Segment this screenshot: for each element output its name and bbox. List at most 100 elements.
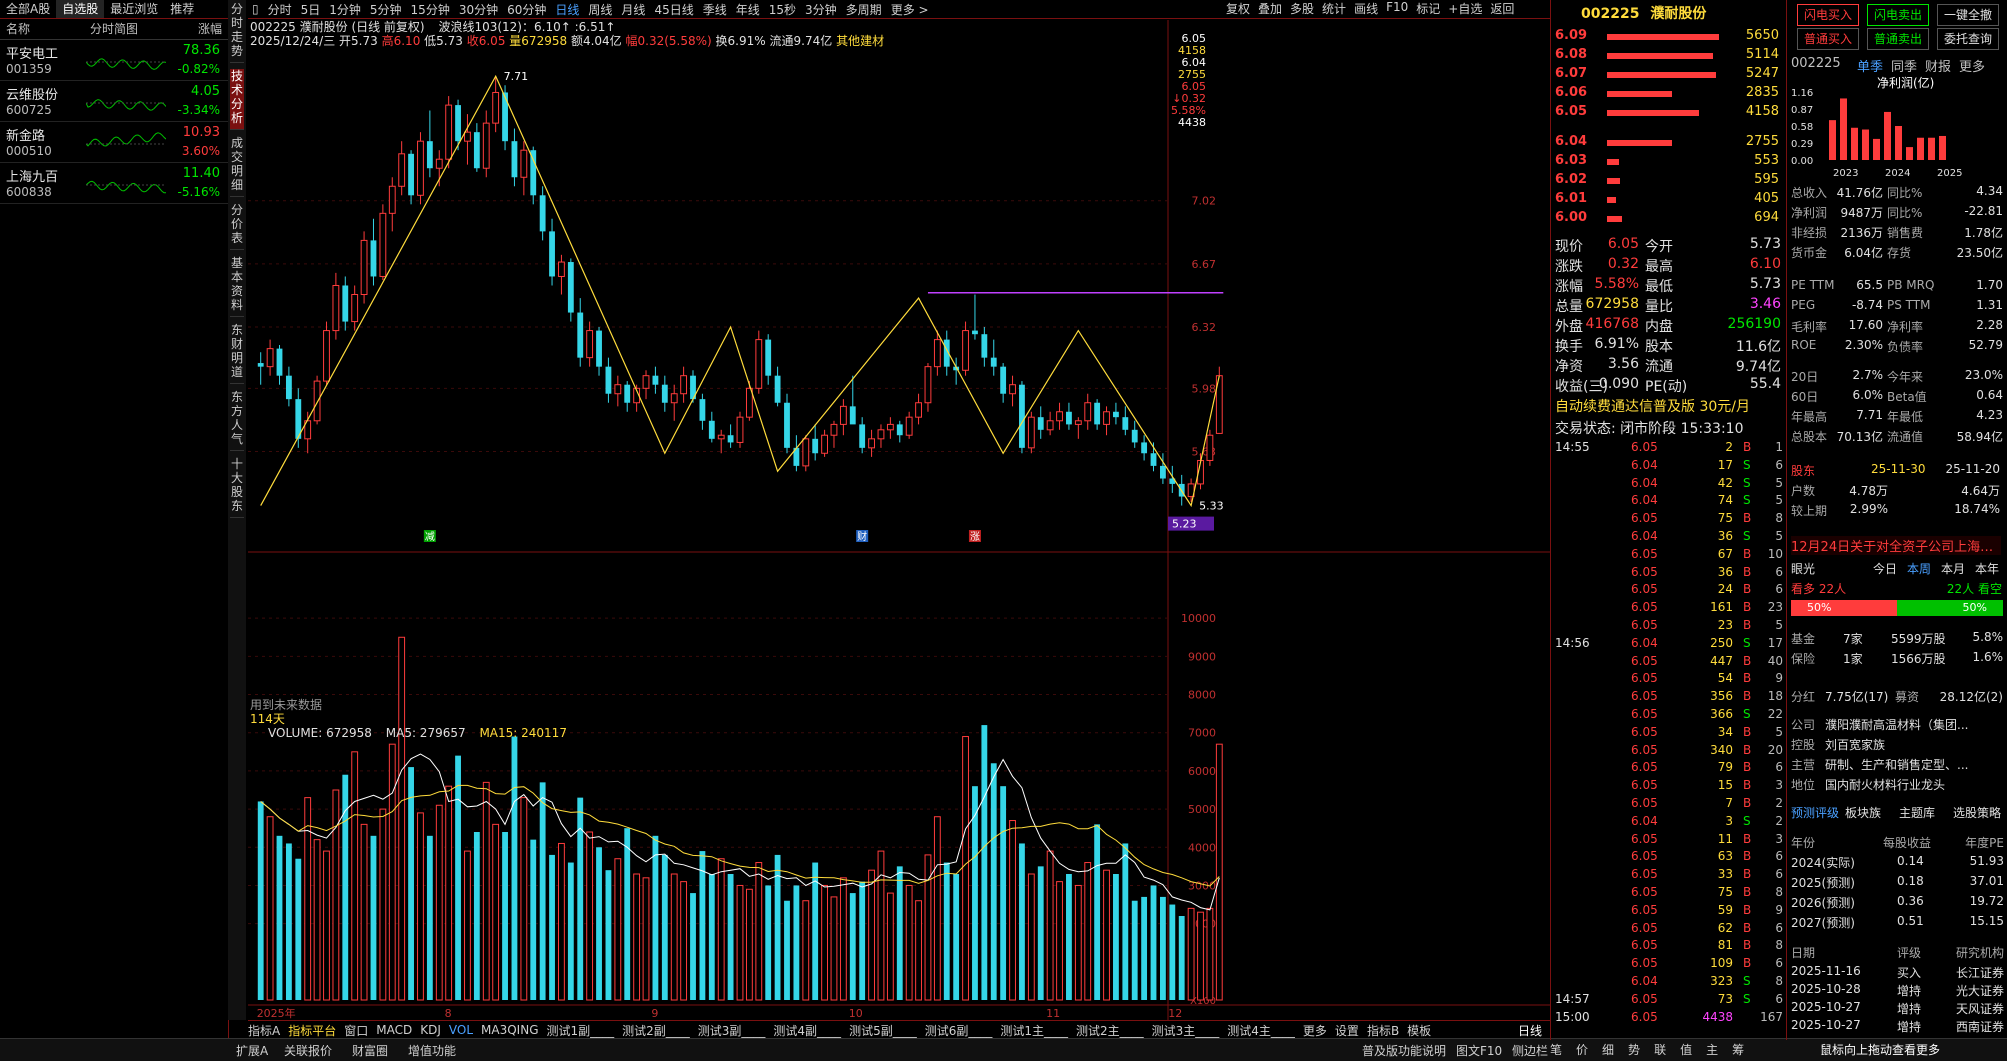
indicator-tab[interactable]: 测试4主____ [1227, 1022, 1295, 1039]
side-tab[interactable]: 东财明道 [230, 323, 244, 384]
company-value[interactable]: 濮阳濮耐高温材料（集团... [1825, 716, 1968, 733]
sidebar-toggle[interactable]: 侧边栏 [1512, 1042, 1548, 1059]
indicator-tab[interactable]: 更多 [1303, 1022, 1327, 1039]
tab-report[interactable]: 财报 [1925, 56, 1951, 75]
period-tab[interactable]: 45日线 [654, 1, 693, 18]
period-tab[interactable]: 60分钟 [507, 1, 546, 18]
period-tab[interactable]: 年线 [736, 1, 760, 18]
indicator-tab[interactable]: 测试5副____ [849, 1022, 917, 1039]
f10-link-tab[interactable]: 板块族 [1845, 804, 1881, 821]
indicator-tab[interactable]: 测试6副____ [925, 1022, 993, 1039]
indicator-tab[interactable]: 测试3主____ [1152, 1022, 1220, 1039]
indicator-tab[interactable]: 设置 [1335, 1022, 1359, 1039]
indicator-tab[interactable]: 测试2副____ [622, 1022, 690, 1039]
ask-row[interactable]: 6.08 5114 [1555, 47, 1783, 66]
news-link[interactable]: 12月24日关于对全资子公司上海… [1791, 536, 2001, 555]
side-tab[interactable]: 成交明细 [230, 136, 244, 197]
side-tab[interactable]: 十大股东 [230, 457, 244, 518]
orderbook-tab[interactable]: 联 [1654, 1041, 1666, 1058]
promo-link[interactable]: 自动续费通达信普及版 30元/月 [1555, 396, 1750, 416]
watchlist-row[interactable]: 上海九百 600838 11.40 -5.16% [0, 163, 228, 204]
header-change[interactable]: 涨幅 [198, 19, 222, 39]
indicator-tab[interactable]: 模板 [1407, 1022, 1431, 1039]
tab-recent[interactable]: 最近浏览 [104, 0, 164, 18]
f10-link[interactable]: 图文F10 [1456, 1042, 1502, 1059]
tab-same-quarter[interactable]: 同季 [1891, 56, 1917, 75]
orderbook-tab[interactable]: 筹 [1732, 1041, 1744, 1058]
event-mark[interactable]: 财 [857, 530, 867, 543]
watchlist-row[interactable]: 平安电工 001359 78.36 -0.82% [0, 40, 228, 81]
orderbook-tab[interactable]: 笔 [1550, 1041, 1562, 1058]
bid-row[interactable]: 6.03 553 [1555, 153, 1783, 172]
orderbook-tab[interactable]: 细 [1602, 1041, 1614, 1058]
side-tab[interactable]: 分时走势 [230, 2, 244, 63]
indicator-tab[interactable]: 测试1副____ [547, 1022, 615, 1039]
tab-all-a[interactable]: 全部A股 [0, 0, 56, 18]
indicator-tab[interactable]: MA3QING [481, 1023, 538, 1037]
side-tab[interactable]: 技术分析 [230, 69, 244, 130]
eye-tab[interactable]: 本年 [1975, 560, 1999, 577]
event-mark[interactable]: 涨 [970, 531, 980, 543]
watchlist-row[interactable]: 新金路 000510 10.93 3.60% [0, 122, 228, 163]
indicator-tab[interactable]: 测试4副____ [773, 1022, 841, 1039]
kline-chart-area[interactable]: 002225 濮耐股份 (日线 前复权) 波浪线103(12)：6.10↑ :6… [248, 20, 1550, 1030]
header-name[interactable]: 名称 [6, 19, 30, 39]
company-value[interactable]: 国内耐火材料行业龙头 [1825, 776, 1945, 793]
flash-sell-button[interactable]: 闪电卖出 [1867, 4, 1929, 26]
ask-row[interactable]: 6.07 5247 [1555, 66, 1783, 85]
chart-tool-button[interactable]: 叠加 [1258, 0, 1282, 18]
orderbook-tab[interactable]: 主 [1706, 1041, 1718, 1058]
chart-tool-button[interactable]: +自选 [1448, 0, 1482, 18]
chart-tool-button[interactable]: 画线 [1354, 0, 1378, 18]
chart-tool-button[interactable]: 多股 [1290, 0, 1314, 18]
related-quotes[interactable]: 关联报价 [284, 1042, 332, 1059]
period-tab[interactable]: 3分钟 [805, 1, 837, 18]
indicator-tab[interactable]: 测试1主____ [1000, 1022, 1068, 1039]
chart-tool-button[interactable]: 复权 [1226, 0, 1250, 18]
period-tab[interactable]: 周线 [588, 1, 612, 18]
period-tab[interactable]: 15秒 [769, 1, 796, 18]
indicator-tab[interactable]: VOL [449, 1023, 473, 1037]
order-query-button[interactable]: 委托查询 [1937, 28, 1999, 50]
indicator-tab[interactable]: 窗口 [344, 1022, 368, 1039]
tab-favorites[interactable]: 自选股 [56, 0, 105, 18]
eye-tab[interactable]: 今日 [1873, 560, 1897, 577]
tick-list[interactable]: 14:55 6.05 2 B 1 6.04 17 S 6 6.04 42 S 5 6.04 74 S 5 6.05… [1551, 440, 1787, 1030]
tab-more[interactable]: 更多 [1959, 56, 1985, 75]
bull-bar[interactable]: 50% [1791, 600, 1897, 616]
indicator-tab[interactable]: 指标B [1367, 1022, 1399, 1039]
ask-row[interactable]: 6.05 4158 [1555, 104, 1783, 123]
period-tab[interactable]: 更多 > [891, 1, 929, 18]
chart-tool-button[interactable]: 统计 [1322, 0, 1346, 18]
wealth-circle[interactable]: 财富圈 [352, 1042, 388, 1059]
indicator-tab[interactable]: 测试2主____ [1076, 1022, 1144, 1039]
normal-sell-button[interactable]: 普通卖出 [1867, 28, 1929, 50]
indicator-tab[interactable]: KDJ [420, 1023, 441, 1037]
f10-link-tab[interactable]: 预测评级 [1791, 804, 1839, 821]
period-tab[interactable]: 15分钟 [411, 1, 450, 18]
edition-info[interactable]: 普及版功能说明 [1362, 1042, 1446, 1059]
tab-recommend[interactable]: 推荐 [164, 0, 200, 18]
period-tab[interactable]: 30分钟 [459, 1, 498, 18]
eye-tab[interactable]: 本月 [1941, 560, 1965, 577]
orderbook-tab[interactable]: 价 [1576, 1041, 1588, 1058]
period-tab[interactable]: 多周期 [846, 1, 882, 18]
f10-link-tab[interactable]: 主题库 [1899, 804, 1935, 821]
orderbook-tab[interactable]: 势 [1628, 1041, 1640, 1058]
period-tab[interactable]: 5日 [301, 1, 321, 18]
bid-row[interactable]: 6.04 2755 [1555, 134, 1783, 153]
orderbook-tab[interactable]: 值 [1680, 1041, 1692, 1058]
ask-row[interactable]: 6.09 5650 [1555, 28, 1783, 47]
company-value[interactable]: 刘百宽家族 [1825, 736, 1885, 753]
company-value[interactable]: 研制、生产和销售定型、... [1825, 756, 1968, 773]
period-tab[interactable]: 季线 [703, 1, 727, 18]
ask-row[interactable]: 6.06 2835 [1555, 85, 1783, 104]
bid-row[interactable]: 6.01 405 [1555, 191, 1783, 210]
bear-bar[interactable]: 50% [1897, 600, 2003, 616]
eye-tab[interactable]: 本周 [1907, 560, 1931, 577]
normal-buy-button[interactable]: 普通买入 [1797, 28, 1859, 50]
side-tab[interactable]: 分价表 [230, 203, 244, 250]
period-tab[interactable]: 5分钟 [370, 1, 402, 18]
bid-row[interactable]: 6.00 694 [1555, 210, 1783, 229]
chart-tool-button[interactable]: 返回 [1490, 0, 1514, 18]
